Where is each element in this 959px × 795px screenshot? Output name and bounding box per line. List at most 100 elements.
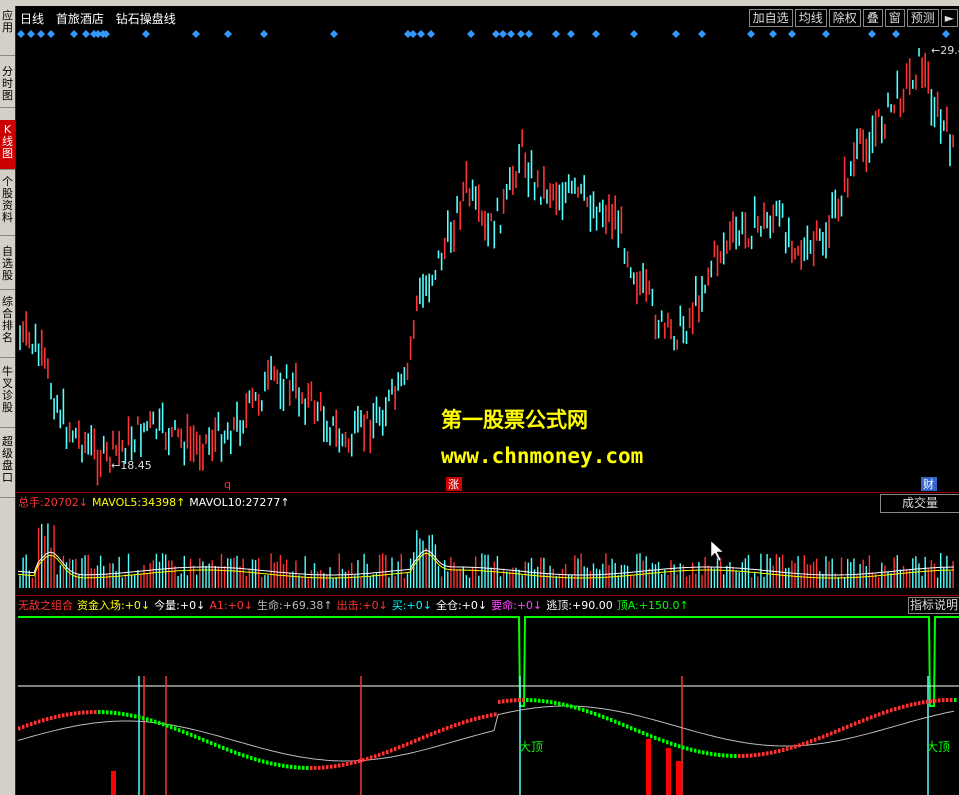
momentum-dot: [658, 737, 661, 742]
signal-diamond: [417, 30, 425, 38]
momentum-dot: [434, 730, 437, 735]
momentum-dot: [478, 715, 481, 720]
momentum-dot: [442, 727, 445, 732]
sidebar-tab-super-quote[interactable]: 超级盘口: [0, 432, 15, 498]
momentum-dot: [510, 698, 513, 703]
legend-item: 全仓:+0↓: [435, 599, 488, 612]
momentum-dot: [498, 699, 501, 704]
momentum-dot: [150, 718, 153, 723]
momentum-dot: [882, 710, 885, 715]
signal-diamond: [82, 30, 90, 38]
sidebar-tab-kline[interactable]: K线图: [0, 120, 15, 170]
momentum-dot: [78, 710, 81, 715]
momentum-dot: [610, 718, 613, 723]
momentum-dot: [530, 698, 533, 703]
momentum-dot: [410, 740, 413, 745]
momentum-dot: [246, 754, 249, 759]
momentum-dot: [702, 750, 705, 755]
chart-canvas[interactable]: ←29.4 ←18.45 q 涨 财大顶 大顶: [16, 6, 959, 795]
momentum-dot: [678, 744, 681, 749]
momentum-dot: [366, 756, 369, 761]
signal-diamond: [769, 30, 777, 38]
indicator-help-button[interactable]: 指标说明: [908, 597, 959, 614]
ex-rights-button[interactable]: 除权: [828, 9, 861, 27]
bottom-spike: [646, 739, 651, 795]
signal-diamond: [788, 30, 796, 38]
chart-area[interactable]: ←29.4 ←18.45 q 涨 财大顶 大顶 日线 首旅酒店 钻石操盘线 加自选 均线 …: [15, 6, 959, 795]
momentum-dot: [794, 744, 797, 749]
momentum-dot: [666, 740, 669, 745]
legend-item: 要命:+0↓: [491, 599, 543, 612]
legend-item: 逃顶:+90.00: [546, 599, 613, 612]
momentum-dot: [230, 749, 233, 754]
momentum-dot: [750, 753, 753, 758]
sidebar-tab-diagnosis[interactable]: 牛叉诊股: [0, 362, 15, 428]
momentum-dot: [450, 724, 453, 729]
momentum-dot: [502, 699, 505, 704]
add-watchlist-button[interactable]: 加自选: [748, 9, 793, 27]
momentum-dot: [110, 710, 113, 715]
next-arrow-icon[interactable]: ►: [940, 9, 958, 27]
momentum-dot: [538, 698, 541, 703]
momentum-dot: [118, 711, 121, 716]
momentum-dot: [182, 729, 185, 734]
momentum-dot: [586, 709, 589, 714]
volume-indicator-label[interactable]: 成交量: [880, 494, 959, 513]
momentum-dot: [862, 718, 865, 723]
forecast-button[interactable]: 预测: [906, 9, 939, 27]
momentum-dot: [642, 731, 645, 736]
window-button[interactable]: 窗: [884, 9, 905, 27]
signal-diamond: [567, 30, 575, 38]
legend-item: MAVOL10:27277↑: [189, 496, 290, 509]
momentum-dot: [874, 713, 877, 718]
momentum-dot: [114, 711, 117, 716]
momentum-dot: [62, 713, 65, 718]
momentum-dot: [198, 736, 201, 741]
top-line: [18, 616, 959, 707]
momentum-dot: [650, 734, 653, 739]
momentum-dot: [866, 716, 869, 721]
event-marker: q: [224, 478, 231, 491]
low-price-label: ←18.45: [111, 459, 152, 472]
momentum-dot: [298, 765, 301, 770]
sidebar-tab-timeshare[interactable]: 分时图: [0, 58, 15, 108]
momentum-dot: [494, 712, 497, 717]
momentum-dot: [822, 734, 825, 739]
volume-indicator-divider[interactable]: [16, 595, 959, 596]
momentum-dot: [46, 717, 49, 722]
sidebar-tab-watchlist[interactable]: 自选股: [0, 240, 15, 290]
momentum-dot: [74, 711, 77, 716]
period-label[interactable]: 日线: [20, 12, 44, 26]
overlay-button[interactable]: 叠: [862, 9, 883, 27]
momentum-dot: [806, 740, 809, 745]
momentum-dot: [854, 721, 857, 726]
price-volume-divider[interactable]: [16, 492, 959, 493]
momentum-dot: [886, 709, 889, 714]
momentum-dot: [18, 726, 21, 731]
momentum-dot: [462, 720, 465, 725]
legend-item: 资金入场:+0↓: [77, 599, 151, 612]
momentum-dot: [190, 732, 193, 737]
momentum-dot: [154, 719, 157, 724]
momentum-dot: [402, 743, 405, 748]
momentum-dot: [218, 744, 221, 749]
sidebar-tab-ranking[interactable]: 综合排名: [0, 292, 15, 358]
momentum-dot: [262, 759, 265, 764]
signal-diamond: [142, 30, 150, 38]
momentum-dot: [342, 762, 345, 767]
momentum-dot: [734, 753, 737, 758]
momentum-dot: [694, 748, 697, 753]
momentum-dot: [774, 749, 777, 754]
momentum-dot: [634, 727, 637, 732]
moving-average-button[interactable]: 均线: [794, 9, 827, 27]
momentum-dot: [354, 760, 357, 765]
sidebar-tab-stock-profile[interactable]: 个股资料: [0, 172, 15, 236]
sidebar-tab-apps[interactable]: 应用: [0, 6, 15, 56]
momentum-dot: [318, 765, 321, 770]
momentum-dot: [386, 749, 389, 754]
momentum-dot: [690, 747, 693, 752]
momentum-dot: [890, 708, 893, 713]
momentum-dot: [162, 722, 165, 727]
momentum-dot: [174, 726, 177, 731]
momentum-dot: [674, 742, 677, 747]
